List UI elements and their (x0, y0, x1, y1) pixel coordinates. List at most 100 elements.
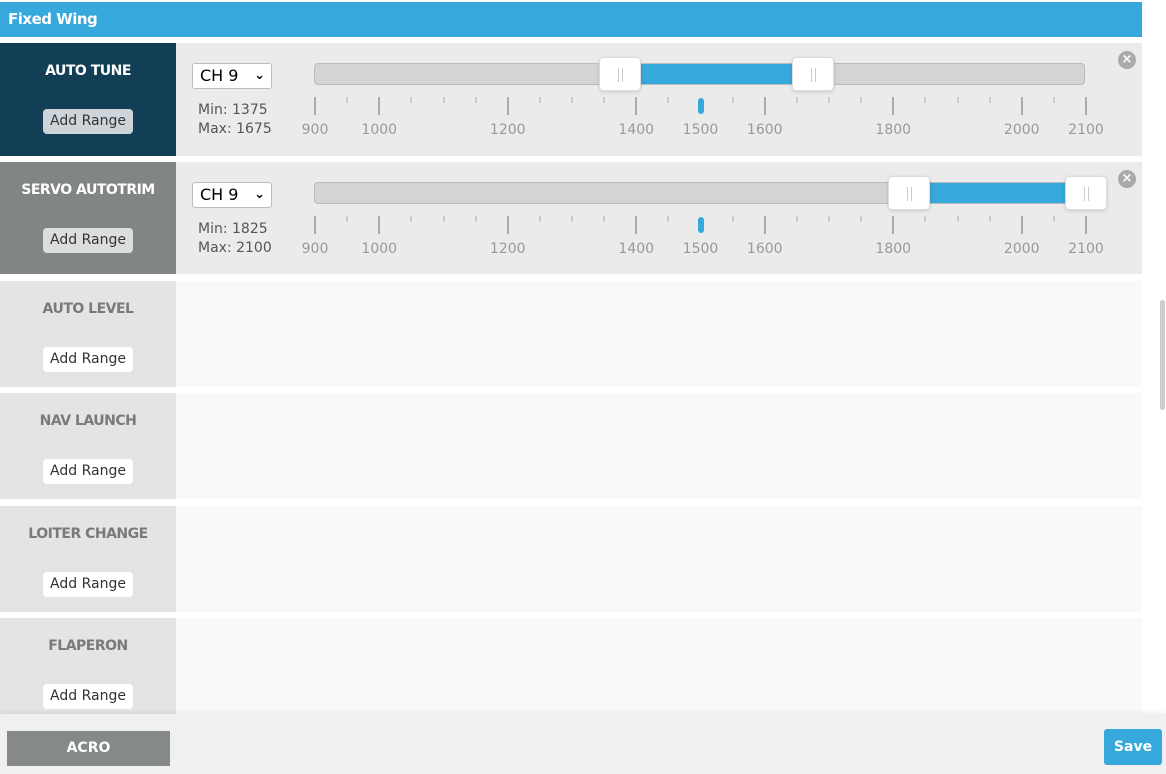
add-range-button[interactable]: Add Range (43, 684, 133, 709)
scale-tick (988, 216, 991, 222)
scale-label: 1000 (361, 241, 398, 257)
remove-range-icon[interactable]: × (1118, 51, 1136, 69)
range-values: Min: 1825 Max: 2100 (198, 220, 272, 258)
mode-row: FLAPERON Add Range (0, 618, 1142, 714)
channel-select[interactable]: CH 9 ⌄ (192, 182, 272, 208)
scale-label: 2000 (1003, 122, 1040, 138)
range-slider[interactable] (314, 57, 1085, 91)
scale-tick (635, 216, 638, 234)
scale-label: 1400 (618, 241, 655, 257)
range-slider[interactable] (314, 176, 1107, 210)
current-mode-indicator: ACRO (7, 731, 170, 766)
mode-row: LOITER CHANGE Add Range (0, 506, 1142, 612)
scale-tick (956, 216, 959, 222)
add-range-button[interactable]: Add Range (43, 459, 133, 484)
scale-tick (956, 97, 959, 103)
scale-tick (892, 97, 895, 115)
scale-tick (924, 216, 927, 222)
mode-label-cell: AUTO TUNE Add Range (0, 43, 176, 156)
scale-tick (603, 97, 606, 103)
mode-label-cell: SERVO AUTOTRIM Add Range (0, 162, 176, 274)
scale-tick (763, 216, 766, 234)
scale-label: 900 (301, 122, 329, 138)
scale-tick (860, 216, 863, 222)
scale-tick (378, 97, 381, 115)
scale-label: 1500 (682, 241, 719, 257)
section-header: Fixed Wing (0, 2, 1142, 37)
scale-tick (538, 216, 541, 222)
mode-label-cell: AUTO LEVEL Add Range (0, 281, 176, 387)
scale-tick (410, 216, 413, 222)
scale-tick (1085, 97, 1087, 115)
scale-tick (892, 216, 895, 234)
mode-name: AUTO TUNE (45, 63, 131, 79)
scale-label: 2000 (1003, 241, 1040, 257)
scale-tick (635, 97, 638, 115)
mode-label-cell: NAV LAUNCH Add Range (0, 393, 176, 499)
scale-tick (828, 97, 830, 103)
add-range-button[interactable]: Add Range (43, 572, 133, 597)
scale-tick (314, 216, 316, 234)
scale-label: 1800 (875, 241, 912, 257)
scale-label: 1200 (489, 122, 526, 138)
chevron-down-icon: ⌄ (254, 187, 265, 202)
scale-tick (603, 216, 606, 222)
mode-name: SERVO AUTOTRIM (21, 182, 155, 198)
max-value: Max: 2100 (198, 240, 272, 256)
range-panel: CH 9 ⌄ Min: 1375 Max: 1675 900 1000 1200 1400… (176, 43, 1142, 156)
scale-tick (667, 97, 670, 103)
range-max-handle[interactable] (791, 57, 834, 91)
scale-label: 2100 (1068, 122, 1104, 138)
scale-label: 1400 (618, 122, 655, 138)
range-fill (620, 64, 813, 84)
scale-tick (795, 97, 798, 103)
scale-tick (924, 97, 927, 103)
chevron-down-icon: ⌄ (254, 68, 265, 83)
scale-tick (1020, 216, 1023, 234)
min-value: Min: 1375 (198, 102, 268, 118)
scale-tick (1052, 216, 1055, 222)
mode-row: AUTO LEVEL Add Range (0, 281, 1142, 387)
current-value-marker (697, 98, 704, 114)
scale-tick (828, 216, 830, 222)
range-min-handle[interactable] (888, 176, 931, 210)
mode-name: LOITER CHANGE (28, 526, 148, 542)
scale-label: 1600 (746, 122, 783, 138)
mode-row: NAV LAUNCH Add Range (0, 393, 1142, 499)
mode-name: NAV LAUNCH (39, 413, 137, 429)
max-value: Max: 1675 (198, 121, 272, 137)
scale-tick (410, 97, 413, 103)
mode-row: AUTO TUNE Add Range CH 9 ⌄ Min: 1375 Max: … (0, 43, 1142, 156)
add-range-button[interactable]: Add Range (43, 109, 133, 134)
scale-tick (538, 97, 541, 103)
range-max-handle[interactable] (1065, 176, 1107, 210)
mode-label-cell: LOITER CHANGE Add Range (0, 506, 176, 612)
range-min-handle[interactable] (599, 57, 642, 91)
add-range-button[interactable]: Add Range (43, 228, 133, 253)
scale-label: 1200 (489, 241, 526, 257)
current-value-marker (697, 217, 704, 233)
scale-tick (442, 216, 445, 222)
scale-label: 1500 (682, 122, 719, 138)
mode-name: FLAPERON (48, 638, 128, 654)
save-button[interactable]: Save (1104, 729, 1162, 765)
scale-tick (1085, 216, 1087, 234)
scale-tick (474, 216, 477, 222)
scale-tick (474, 97, 477, 103)
scale-tick (378, 216, 381, 234)
channel-value: CH 9 (200, 66, 239, 85)
scale-tick (667, 216, 670, 222)
range-panel: CH 9 ⌄ Min: 1825 Max: 2100 900 1000 1200 1400… (176, 162, 1142, 274)
scale-tick (795, 216, 798, 222)
scale-label: 1800 (875, 122, 912, 138)
range-values: Min: 1375 Max: 1675 (198, 101, 272, 139)
footer: ACRO Save (0, 714, 1166, 774)
channel-select[interactable]: CH 9 ⌄ (192, 63, 272, 89)
add-range-button[interactable]: Add Range (43, 347, 133, 372)
scrollbar[interactable] (1160, 300, 1165, 410)
scale-tick (346, 216, 349, 222)
scale-tick (731, 97, 734, 103)
range-fill (909, 183, 1086, 203)
scale-tick (571, 216, 573, 222)
remove-range-icon[interactable]: × (1118, 170, 1136, 188)
